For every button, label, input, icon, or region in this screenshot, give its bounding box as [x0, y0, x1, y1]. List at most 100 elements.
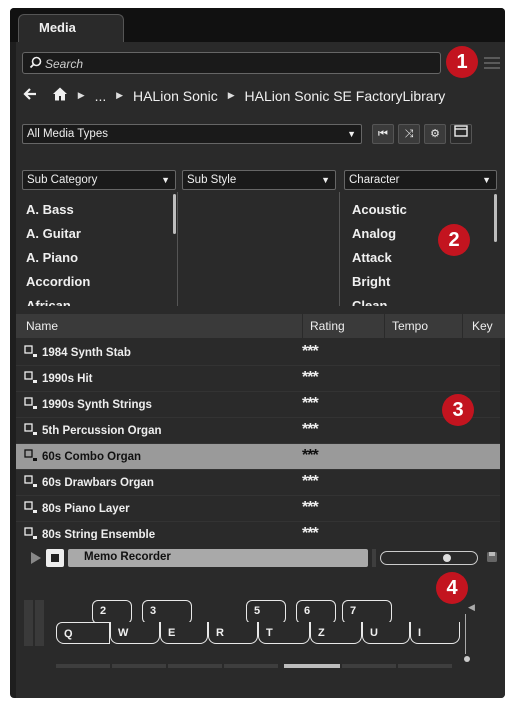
row-name: 80s String Ensemble: [42, 529, 156, 540]
settings-icon: ⚙: [430, 128, 440, 140]
scroll-left-icon[interactable]: ◀: [468, 602, 475, 613]
breadcrumb: ▶ ... ▶ HALion Sonic ▶ HALion Sonic SE F…: [22, 86, 502, 108]
character-label: Character: [349, 174, 400, 186]
key-t[interactable]: T: [258, 622, 310, 644]
table-row[interactable]: 1990s Hit ***: [16, 366, 505, 392]
preview-panel-icon: [454, 125, 468, 140]
tab-media[interactable]: Media: [18, 14, 124, 42]
breadcrumb-item-halion-sonic[interactable]: HALion Sonic: [133, 88, 218, 104]
tab-bar: Media: [10, 8, 505, 42]
shuffle-icon: ⤨: [404, 128, 414, 140]
stop-icon: [51, 554, 59, 562]
shuffle-button[interactable]: ⤨: [398, 124, 420, 144]
preset-icon: [24, 371, 38, 388]
sub-category-select[interactable]: Sub Category ▼: [22, 170, 176, 190]
key-5[interactable]: 5: [246, 600, 286, 624]
list-item[interactable]: Attack: [352, 246, 407, 270]
filter-column-character: Character ▼ Acoustic Analog Attack Brigh…: [339, 166, 504, 306]
divider: [177, 192, 178, 306]
breadcrumb-item-factory-library[interactable]: HALion Sonic SE FactoryLibrary: [245, 88, 446, 104]
row-name: 80s Piano Layer: [42, 503, 130, 515]
table-row[interactable]: 1984 Synth Stab ***: [16, 340, 505, 366]
memo-recorder-label: Memo Recorder: [84, 551, 171, 563]
scrollbar[interactable]: [500, 340, 505, 540]
list-item[interactable]: Clean: [352, 294, 407, 306]
list-item[interactable]: A. Piano: [26, 246, 90, 270]
list-item[interactable]: A. Bass: [26, 198, 90, 222]
memo-recorder[interactable]: Memo Recorder: [68, 549, 368, 567]
table-row[interactable]: 80s String Ensemble ***: [16, 522, 505, 540]
results-list: 1984 Synth Stab *** 1990s Hit *** 1990s Synt…: [16, 340, 505, 540]
media-type-toolbar: All Media Types ▼ ⏮ ⤨ ⚙: [22, 124, 505, 146]
octave-bar: [24, 600, 33, 646]
back-arrow-icon[interactable]: [22, 86, 38, 105]
previous-button[interactable]: ⏮: [372, 124, 394, 144]
list-item[interactable]: African: [26, 294, 90, 306]
table-row[interactable]: 80s Piano Layer ***: [16, 496, 505, 522]
preset-icon: [24, 397, 38, 414]
list-view-icon[interactable]: [480, 54, 505, 74]
table-row[interactable]: 1990s Synth Strings ***: [16, 392, 505, 418]
search-placeholder: Search: [45, 57, 84, 71]
row-rating: ***: [302, 499, 319, 516]
media-type-select[interactable]: All Media Types ▼: [22, 124, 362, 144]
table-row[interactable]: 5th Percussion Organ ***: [16, 418, 505, 444]
row-name: 5th Percussion Organ: [42, 425, 162, 437]
divider: [384, 314, 385, 338]
breadcrumb-ellipsis[interactable]: ...: [95, 88, 107, 104]
key-e[interactable]: E: [160, 622, 208, 644]
level-slider[interactable]: [380, 551, 478, 565]
preview-panel-button[interactable]: [450, 124, 472, 144]
scrollbar[interactable]: [494, 194, 497, 242]
key-6[interactable]: 6: [296, 600, 336, 624]
character-list: Acoustic Analog Attack Bright Clean: [352, 198, 407, 306]
callout-1: 1: [446, 46, 478, 78]
chevron-down-icon: ▼: [321, 175, 330, 185]
slider-knob[interactable]: [442, 554, 451, 562]
key-w[interactable]: W: [110, 622, 160, 644]
list-item[interactable]: Accordion: [26, 270, 90, 294]
save-icon[interactable]: [486, 551, 498, 566]
character-select[interactable]: Character ▼: [344, 170, 497, 190]
settings-button[interactable]: ⚙: [424, 124, 446, 144]
search-input[interactable]: Search: [22, 52, 441, 74]
key-z[interactable]: Z: [310, 622, 362, 644]
scrollbar[interactable]: [173, 194, 176, 234]
list-item[interactable]: Acoustic: [352, 198, 407, 222]
home-icon[interactable]: [52, 86, 68, 105]
breadcrumb-separator: ▶: [227, 90, 235, 100]
key-3[interactable]: 3: [142, 600, 192, 624]
divider: [372, 549, 376, 567]
key-2[interactable]: 2: [92, 600, 132, 624]
key-q[interactable]: Q: [56, 622, 110, 644]
key-7[interactable]: 7: [342, 600, 392, 624]
list-item[interactable]: Bright: [352, 270, 407, 294]
column-name[interactable]: Name: [26, 319, 58, 333]
key-u[interactable]: U: [362, 622, 410, 644]
previewer-transport: Memo Recorder: [16, 546, 505, 570]
row-name: 60s Combo Organ: [42, 451, 142, 463]
column-rating[interactable]: Rating: [310, 319, 345, 333]
scrollbar-segment: [112, 664, 166, 668]
row-rating: ***: [302, 343, 319, 360]
position-dot[interactable]: [464, 656, 470, 662]
scrollbar-segment: [56, 664, 110, 668]
computer-keyboard: 2 3 5 6 7 Q W E R T Z U I ◀: [16, 592, 505, 672]
table-row[interactable]: 60s Combo Organ ***: [16, 444, 505, 470]
chevron-down-icon: ▼: [347, 129, 356, 139]
stop-button[interactable]: [46, 549, 64, 567]
list-item[interactable]: A. Guitar: [26, 222, 90, 246]
list-item[interactable]: Analog: [352, 222, 407, 246]
preset-icon: [24, 423, 38, 440]
keyboard-scroll-thumb[interactable]: [284, 664, 340, 668]
play-icon[interactable]: [30, 551, 42, 568]
column-key[interactable]: Key: [472, 319, 493, 333]
column-tempo[interactable]: Tempo: [392, 319, 428, 333]
key-i[interactable]: I: [410, 622, 460, 644]
sub-style-select[interactable]: Sub Style ▼: [182, 170, 336, 190]
octave-bar: [35, 600, 44, 646]
callout-2: 2: [438, 224, 470, 256]
filter-column-sub-category: Sub Category ▼ A. Bass A. Guitar A. Pian…: [22, 166, 182, 306]
table-row[interactable]: 60s Drawbars Organ ***: [16, 470, 505, 496]
key-r[interactable]: R: [208, 622, 258, 644]
